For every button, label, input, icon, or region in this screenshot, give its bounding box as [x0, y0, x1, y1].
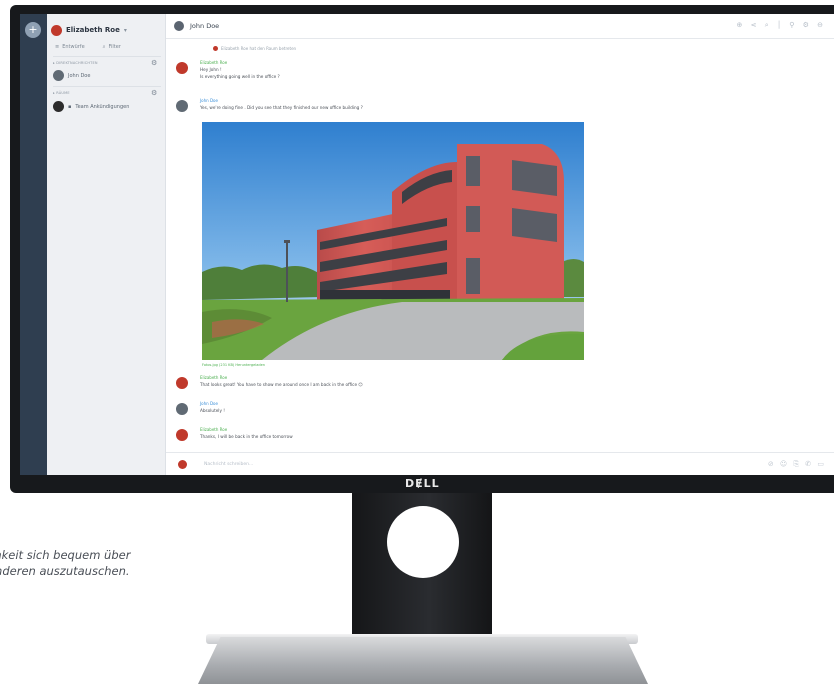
avatar	[178, 460, 187, 469]
message: John Doe Absolutely !	[176, 401, 225, 415]
composer-action-icons[interactable]: ⊘ ☺ ⎘ ✆ ▭	[768, 460, 826, 469]
message-author[interactable]: Elizabeth Roe	[200, 375, 363, 380]
filter-button[interactable]: ⌕ Filter	[103, 44, 121, 50]
monitor-stand-base	[198, 637, 648, 684]
user-avatar	[51, 24, 62, 36]
caption-line-1: chkeit sich bequem über	[0, 548, 131, 562]
message-text: Yes, we're doing fine . Did you see that…	[200, 105, 363, 110]
section-title: RÄUME	[56, 91, 70, 95]
message-composer: Nachricht schreiben... ⊘ ☺ ⎘ ✆ ▭	[166, 452, 834, 475]
image-caption[interactable]: Fotos.jpg (231 KB) Heruntergeladen	[202, 363, 265, 367]
gear-icon[interactable]: ⚙	[151, 59, 157, 67]
add-icon[interactable]: +	[25, 22, 41, 38]
avatar	[176, 429, 188, 441]
sidebar-item-room[interactable]: ▪ Team Ankündigungen	[53, 101, 129, 112]
drafts-button[interactable]: ≡ Entwürfe	[55, 44, 85, 50]
avatar	[213, 46, 218, 51]
message-input[interactable]: Nachricht schreiben...	[204, 462, 253, 467]
divider	[53, 56, 161, 57]
divider	[53, 86, 161, 87]
search-icon: ⌕	[102, 44, 106, 50]
section-direct-messages[interactable]: ▸ DIREKTNACHRICHTEN	[53, 61, 98, 65]
avatar	[176, 377, 188, 389]
notice-text: Elizabeth Roe hat den Raum betreten	[221, 46, 297, 51]
marketing-caption: chkeit sich bequem über anderen auszutau…	[0, 547, 188, 579]
user-menu[interactable]: Elizabeth Roe ▾	[51, 22, 127, 38]
list-icon: ≡	[55, 44, 60, 50]
avatar	[53, 70, 64, 81]
caption-line-2: anderen auszutauschen.	[0, 564, 130, 578]
sidebar-tools: ≡ Entwürfe ⌕ Filter	[55, 44, 121, 50]
message-text: Absolutely !	[200, 408, 225, 413]
message-text: Hey John !	[200, 67, 222, 72]
chat-header: John Doe ⊕ ⋖ ⌕ │ ⚲ ⚙ ⊖	[166, 14, 834, 39]
gear-icon[interactable]: ⚙	[151, 89, 157, 97]
contact-avatar	[174, 21, 184, 31]
message: Elizabeth Roe That looks great! You have…	[176, 375, 363, 389]
chat-title: John Doe	[190, 22, 220, 30]
chat-pane: John Doe ⊕ ⋖ ⌕ │ ⚲ ⚙ ⊖ Elizabeth Roe hat…	[166, 14, 834, 475]
avatar	[176, 62, 188, 74]
filter-label: Filter	[108, 44, 121, 50]
message-text: That looks great! You have to show me ar…	[200, 382, 363, 387]
avatar	[176, 403, 188, 415]
sidebar-item-john-doe[interactable]: John Doe	[53, 70, 90, 81]
monitor-stand-hole	[387, 506, 459, 578]
room-join-notice: Elizabeth Roe hat den Raum betreten	[213, 46, 296, 51]
header-toolbar-icons[interactable]: ⊕ ⋖ ⌕ │ ⚲ ⚙ ⊖	[737, 21, 826, 30]
building-photo	[202, 122, 584, 360]
avatar	[176, 100, 188, 112]
attached-photo[interactable]	[202, 122, 584, 360]
drafts-label: Entwürfe	[62, 44, 85, 50]
message-author[interactable]: Elizabeth Roe	[200, 60, 280, 65]
sidebar-item-label: John Doe	[68, 72, 91, 79]
message: John Doe Yes, we're doing fine . Did you…	[176, 98, 363, 112]
monitor-brand-logo: DɆLL	[405, 477, 440, 490]
user-name: Elizabeth Roe	[66, 26, 120, 34]
chevron-down-icon: ▾	[123, 26, 127, 34]
section-rooms[interactable]: ▸ RÄUME	[53, 91, 70, 95]
section-title: DIREKTNACHRICHTEN	[56, 61, 98, 65]
sidebar: Elizabeth Roe ▾ ≡ Entwürfe ⌕ Filter ▸ DI…	[47, 14, 166, 475]
message-author[interactable]: John Doe	[200, 98, 363, 103]
message-author[interactable]: Elizabeth Roe	[200, 427, 293, 432]
message-author[interactable]: John Doe	[200, 401, 225, 406]
monitor-screen: + Elizabeth Roe ▾ ≡ Entwürfe ⌕ Filter ▸ …	[20, 14, 834, 475]
message: Elizabeth Roe Thanks, I will be back in …	[176, 427, 293, 441]
message: Elizabeth Roe Hey John ! Is everything g…	[176, 60, 280, 79]
app-rail: +	[20, 14, 47, 475]
avatar	[53, 101, 64, 112]
lock-icon: ▪	[68, 103, 72, 110]
message-text: Is everything going well in the office ?	[200, 74, 280, 79]
sidebar-item-label: Team Ankündigungen	[75, 103, 130, 110]
message-text: Thanks, I will be back in the office tom…	[200, 434, 293, 439]
